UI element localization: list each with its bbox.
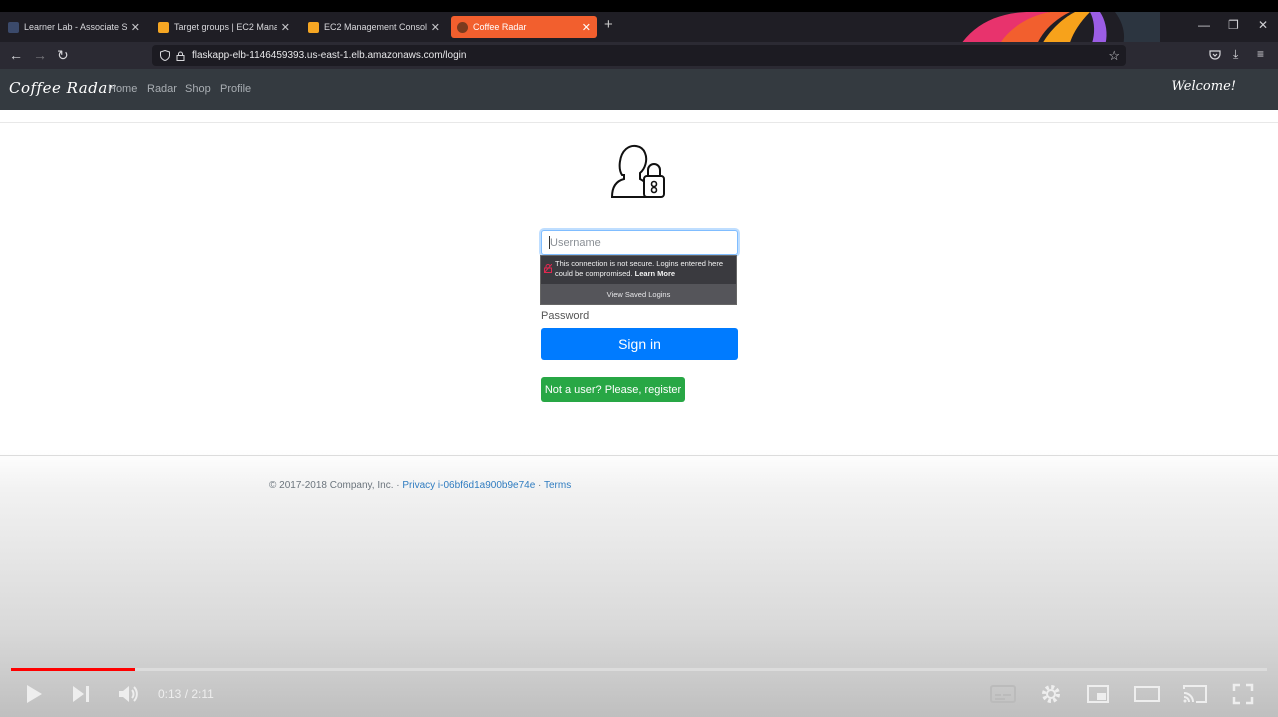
window-close-button[interactable]: ✕ xyxy=(1258,18,1268,32)
reload-icon[interactable]: ↻ xyxy=(57,47,69,63)
play-icon[interactable] xyxy=(24,683,44,705)
divider xyxy=(0,122,1278,123)
video-progress-bar[interactable] xyxy=(11,668,1267,671)
insecure-login-popup: This connection is not secure. Logins en… xyxy=(540,255,737,305)
download-icon[interactable]: ⤓ xyxy=(1233,47,1238,62)
address-bar[interactable]: flaskapp-elb-1146459393.us-east-1.elb.am… xyxy=(152,45,1126,66)
close-icon[interactable]: ✕ xyxy=(131,21,140,34)
insecure-lock-icon xyxy=(544,264,552,273)
tab-learner-lab[interactable]: Learner Lab - Associate Services ✕ xyxy=(2,16,146,38)
nav-shop[interactable]: Shop xyxy=(185,83,211,95)
site-brand[interactable]: Coffee Radar xyxy=(9,79,115,97)
tab-label: Coffee Radar xyxy=(473,22,527,32)
password-label: Password xyxy=(541,310,590,322)
close-icon[interactable]: ✕ xyxy=(582,21,591,34)
restore-button[interactable]: ❐ xyxy=(1228,18,1239,32)
learner-lab-icon xyxy=(8,21,19,33)
miniplayer-icon[interactable] xyxy=(1086,683,1110,705)
nav-home[interactable]: Home xyxy=(108,83,137,95)
aws-cube-icon xyxy=(308,21,319,33)
volume-icon[interactable] xyxy=(117,683,141,705)
next-icon[interactable] xyxy=(70,683,92,705)
forward-icon[interactable]: → xyxy=(33,47,47,63)
theater-mode-icon[interactable] xyxy=(1134,683,1160,705)
subtitles-icon[interactable] xyxy=(990,683,1016,705)
settings-gear-icon[interactable] xyxy=(1040,683,1062,705)
view-saved-logins-button[interactable]: View Saved Logins xyxy=(541,284,736,304)
footer-separator: · xyxy=(535,480,544,491)
text-cursor xyxy=(549,236,550,249)
divider xyxy=(0,455,1278,456)
tab-label: Target groups | EC2 Manageme xyxy=(174,22,277,32)
back-icon[interactable]: ← xyxy=(9,47,23,63)
site-navbar: Coffee Radar Home Radar Shop Profile Wel… xyxy=(0,69,1278,110)
username-input[interactable] xyxy=(541,230,738,255)
video-time: 0:13 / 2:11 xyxy=(158,687,214,701)
menu-icon[interactable]: ≡ xyxy=(1257,47,1264,61)
sign-in-button[interactable]: Sign in xyxy=(541,328,738,360)
register-button[interactable]: Not a user? Please, register xyxy=(541,377,685,402)
video-progress-played xyxy=(11,668,136,671)
tab-coffee-radar[interactable]: Coffee Radar ✕ xyxy=(451,16,597,38)
copyright-text: © 2017-2018 Company, Inc. · xyxy=(269,480,403,491)
bookmark-star-icon[interactable]: ☆ xyxy=(1108,48,1120,64)
tab-target-groups[interactable]: Target groups | EC2 Manageme ✕ xyxy=(152,16,296,38)
tab-label: Learner Lab - Associate Services xyxy=(24,22,127,32)
cast-icon[interactable] xyxy=(1182,683,1208,705)
aws-cube-icon xyxy=(158,21,169,33)
tab-ec2-console[interactable]: EC2 Management Console ✕ xyxy=(302,16,446,38)
welcome-text: Welcome! xyxy=(1171,79,1236,94)
privacy-link[interactable]: Privacy i-06bf6d1a900b9e74e xyxy=(402,480,535,491)
url-text[interactable]: flaskapp-elb-1146459393.us-east-1.elb.am… xyxy=(192,50,466,61)
browser-nav-bar: ← → ↻ flaskapp-elb-1146459393.us-east-1.… xyxy=(0,42,1278,69)
nav-radar[interactable]: Radar xyxy=(147,83,177,95)
lock-icon[interactable] xyxy=(176,51,185,61)
website: Coffee Radar Home Radar Shop Profile Wel… xyxy=(0,69,1278,717)
footer: © 2017-2018 Company, Inc. · Privacy i-06… xyxy=(269,480,571,491)
coffee-icon xyxy=(457,21,468,33)
new-tab-button[interactable]: + xyxy=(604,17,613,33)
learn-more-link[interactable]: Learn More xyxy=(635,269,675,278)
terms-link[interactable]: Terms xyxy=(544,480,571,491)
shield-icon[interactable] xyxy=(160,50,170,61)
insecure-message: This connection is not secure. Logins en… xyxy=(555,259,735,279)
close-icon[interactable]: ✕ xyxy=(431,21,440,34)
pocket-icon[interactable] xyxy=(1209,49,1221,61)
close-icon[interactable]: ✕ xyxy=(281,21,290,34)
nav-profile[interactable]: Profile xyxy=(220,83,251,95)
minimize-button[interactable]: — xyxy=(1198,18,1210,32)
tab-label: EC2 Management Console xyxy=(324,22,427,32)
fullscreen-icon[interactable] xyxy=(1232,683,1254,705)
user-lock-icon xyxy=(610,144,665,198)
